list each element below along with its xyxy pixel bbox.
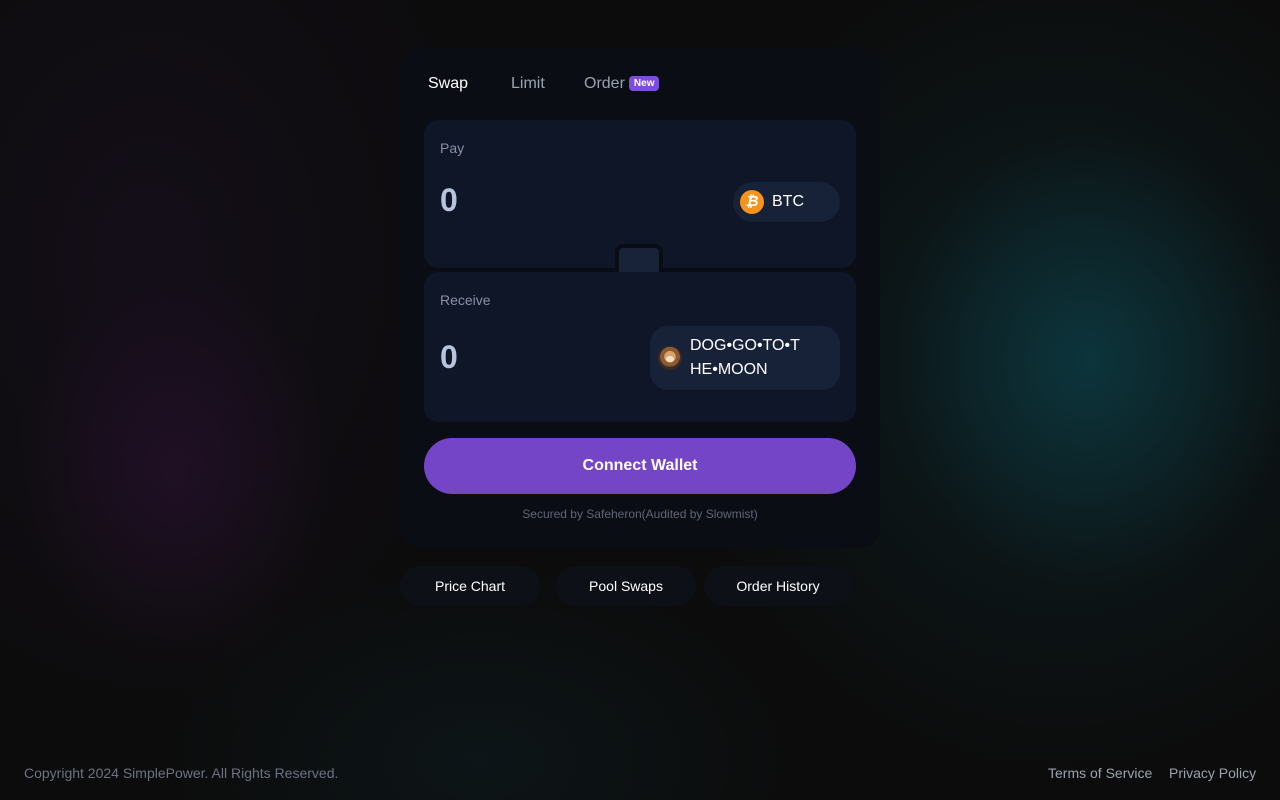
secured-note: Secured by Safeheron(Audited by Slowmist… [522, 507, 758, 521]
tab-order-label: Order [584, 75, 625, 92]
copyright-text: Copyright 2024 SimplePower. All Rights R… [24, 765, 339, 781]
receive-panel: Receive DOG•GO•TO•THE•MOON [424, 272, 856, 422]
receive-token-selector[interactable]: DOG•GO•TO•THE•MOON [650, 326, 840, 390]
new-badge: New [628, 76, 660, 91]
pool-swaps-button[interactable]: Pool Swaps [556, 566, 696, 606]
swap-tabs: Swap Limit Order New [400, 48, 880, 120]
tab-swap[interactable]: Swap [428, 74, 468, 94]
tab-limit[interactable]: Limit [511, 74, 545, 94]
price-chart-button[interactable]: Price Chart [400, 566, 540, 606]
connect-wallet-button[interactable]: Connect Wallet [424, 438, 856, 494]
privacy-policy-link[interactable]: Privacy Policy [1169, 765, 1256, 781]
receive-amount-input[interactable] [440, 339, 620, 376]
receive-token-symbol: DOG•GO•TO•THE•MOON [690, 337, 800, 378]
dog-token-icon [658, 346, 682, 370]
swap-card: Swap Limit OrderNew Pay ₿ BTC Receive DO… [400, 48, 880, 548]
pay-label: Pay [440, 140, 465, 156]
tab-order[interactable]: Order New [584, 74, 660, 94]
bitcoin-icon: ₿ [740, 190, 764, 214]
pay-token-symbol: BTC [772, 193, 804, 210]
pay-amount-input[interactable] [440, 182, 620, 219]
receive-label: Receive [440, 292, 491, 308]
terms-of-service-link[interactable]: Terms of Service [1048, 765, 1152, 781]
order-history-button[interactable]: Order History [704, 566, 852, 606]
pay-token-selector[interactable]: ₿ BTC [733, 182, 840, 222]
